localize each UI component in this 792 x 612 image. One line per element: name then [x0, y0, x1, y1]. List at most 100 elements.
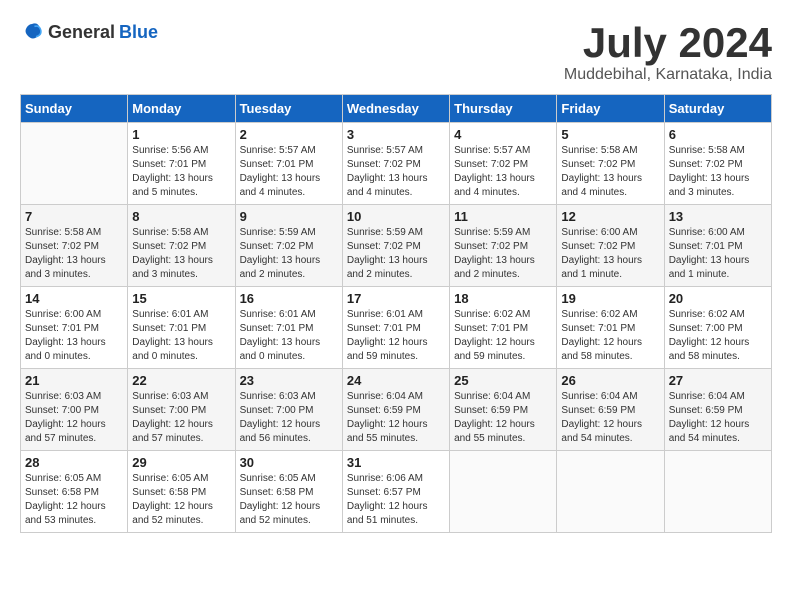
- cell-date-number: 9: [240, 209, 338, 224]
- cell-info-text: Sunrise: 6:04 AM Sunset: 6:59 PM Dayligh…: [454, 390, 552, 446]
- cell-date-number: 1: [132, 127, 230, 142]
- cell-date-number: 5: [561, 127, 659, 142]
- calendar-cell: 23Sunrise: 6:03 AM Sunset: 7:00 PM Dayli…: [235, 369, 342, 451]
- logo-icon: [20, 20, 44, 44]
- day-header-thursday: Thursday: [450, 95, 557, 123]
- title-area: July 2024 Muddebihal, Karnataka, India: [564, 20, 772, 84]
- cell-date-number: 21: [25, 373, 123, 388]
- calendar-cell: 20 Sunrise: 6:02 AM Sunset: 7:00 PM Dayli…: [664, 287, 771, 369]
- cell-date-number: 25: [454, 373, 552, 388]
- day-header-wednesday: Wednesday: [342, 95, 449, 123]
- calendar-cell: 4Sunrise: 5:57 AM Sunset: 7:02 PM Daylig…: [450, 123, 557, 205]
- cell-date-number: 24: [347, 373, 445, 388]
- cell-info-text: Sunrise: 6:06 AM Sunset: 6:57 PM Dayligh…: [347, 472, 445, 528]
- cell-date-number: 26: [561, 373, 659, 388]
- calendar-cell: 12 Sunrise: 6:00 AM Sunset: 7:02 PM Dayli…: [557, 205, 664, 287]
- calendar-cell: 16 Sunrise: 6:01 AM Sunset: 7:01 PM Dayli…: [235, 287, 342, 369]
- calendar-cell: 2 Sunrise: 5:57 AM Sunset: 7:01 PM Daylig…: [235, 123, 342, 205]
- cell-date-number: 7: [25, 209, 123, 224]
- cell-info-text: Sunrise: 6:03 AM Sunset: 7:00 PM Dayligh…: [25, 390, 123, 446]
- calendar-cell: 13Sunrise: 6:00 AM Sunset: 7:01 PM Dayli…: [664, 205, 771, 287]
- cell-date-number: 20: [669, 291, 767, 306]
- week-row-5: 28 Sunrise: 6:05 AM Sunset: 6:58 PM Dayli…: [21, 451, 772, 533]
- calendar-cell: 3Sunrise: 5:57 AM Sunset: 7:02 PM Daylig…: [342, 123, 449, 205]
- cell-info-text: Sunrise: 6:05 AM Sunset: 6:58 PM Dayligh…: [240, 472, 338, 528]
- calendar-cell: 18 Sunrise: 6:02 AM Sunset: 7:01 PM Dayli…: [450, 287, 557, 369]
- cell-date-number: 18: [454, 291, 552, 306]
- logo-general-text: General: [48, 22, 115, 43]
- cell-info-text: Sunrise: 5:59 AM Sunset: 7:02 PM Dayligh…: [347, 226, 445, 282]
- cell-info-text: Sunrise: 5:59 AM Sunset: 7:02 PM Dayligh…: [240, 226, 338, 282]
- calendar-cell: 26 Sunrise: 6:04 AM Sunset: 6:59 PM Dayli…: [557, 369, 664, 451]
- calendar-cell: 10 Sunrise: 5:59 AM Sunset: 7:02 PM Dayli…: [342, 205, 449, 287]
- cell-info-text: Sunrise: 5:57 AM Sunset: 7:02 PM Dayligh…: [454, 144, 552, 200]
- page-header: General Blue July 2024 Muddebihal, Karna…: [20, 20, 772, 84]
- cell-date-number: 2: [240, 127, 338, 142]
- cell-info-text: Sunrise: 6:02 AM Sunset: 7:01 PM Dayligh…: [561, 308, 659, 364]
- calendar-cell: 27 Sunrise: 6:04 AM Sunset: 6:59 PM Dayli…: [664, 369, 771, 451]
- cell-date-number: 22: [132, 373, 230, 388]
- cell-info-text: Sunrise: 6:04 AM Sunset: 6:59 PM Dayligh…: [347, 390, 445, 446]
- calendar-cell: 28 Sunrise: 6:05 AM Sunset: 6:58 PM Dayli…: [21, 451, 128, 533]
- calendar-cell: 24 Sunrise: 6:04 AM Sunset: 6:59 PM Dayli…: [342, 369, 449, 451]
- cell-date-number: 15: [132, 291, 230, 306]
- cell-info-text: Sunrise: 6:03 AM Sunset: 7:00 PM Dayligh…: [132, 390, 230, 446]
- calendar-cell: 14Sunrise: 6:00 AM Sunset: 7:01 PM Dayli…: [21, 287, 128, 369]
- cell-info-text: Sunrise: 5:56 AM Sunset: 7:01 PM Dayligh…: [132, 144, 230, 200]
- cell-info-text: Sunrise: 6:01 AM Sunset: 7:01 PM Dayligh…: [240, 308, 338, 364]
- calendar-cell: 1 Sunrise: 5:56 AM Sunset: 7:01 PM Daylig…: [128, 123, 235, 205]
- cell-info-text: Sunrise: 6:00 AM Sunset: 7:01 PM Dayligh…: [669, 226, 767, 282]
- cell-info-text: Sunrise: 5:57 AM Sunset: 7:01 PM Dayligh…: [240, 144, 338, 200]
- logo: General Blue: [20, 20, 158, 44]
- cell-date-number: 16: [240, 291, 338, 306]
- cell-info-text: Sunrise: 6:00 AM Sunset: 7:01 PM Dayligh…: [25, 308, 123, 364]
- day-header-saturday: Saturday: [664, 95, 771, 123]
- cell-date-number: 28: [25, 455, 123, 470]
- calendar-cell: 30 Sunrise: 6:05 AM Sunset: 6:58 PM Dayli…: [235, 451, 342, 533]
- calendar-cell: 29 Sunrise: 6:05 AM Sunset: 6:58 PM Dayli…: [128, 451, 235, 533]
- week-row-2: 7 Sunrise: 5:58 AM Sunset: 7:02 PM Daylig…: [21, 205, 772, 287]
- cell-date-number: 17: [347, 291, 445, 306]
- calendar-table: SundayMondayTuesdayWednesdayThursdayFrid…: [20, 94, 772, 533]
- day-header-monday: Monday: [128, 95, 235, 123]
- logo-blue-text: Blue: [119, 22, 158, 43]
- calendar-header-row: SundayMondayTuesdayWednesdayThursdayFrid…: [21, 95, 772, 123]
- cell-info-text: Sunrise: 6:00 AM Sunset: 7:02 PM Dayligh…: [561, 226, 659, 282]
- cell-info-text: Sunrise: 5:58 AM Sunset: 7:02 PM Dayligh…: [561, 144, 659, 200]
- cell-date-number: 27: [669, 373, 767, 388]
- cell-date-number: 31: [347, 455, 445, 470]
- week-row-3: 14Sunrise: 6:00 AM Sunset: 7:01 PM Dayli…: [21, 287, 772, 369]
- cell-date-number: 12: [561, 209, 659, 224]
- cell-info-text: Sunrise: 5:57 AM Sunset: 7:02 PM Dayligh…: [347, 144, 445, 200]
- calendar-cell: 6 Sunrise: 5:58 AM Sunset: 7:02 PM Daylig…: [664, 123, 771, 205]
- calendar-cell: 25 Sunrise: 6:04 AM Sunset: 6:59 PM Dayli…: [450, 369, 557, 451]
- calendar-cell: 8Sunrise: 5:58 AM Sunset: 7:02 PM Daylig…: [128, 205, 235, 287]
- calendar-cell: 11Sunrise: 5:59 AM Sunset: 7:02 PM Dayli…: [450, 205, 557, 287]
- calendar-cell: [450, 451, 557, 533]
- calendar-cell: 7 Sunrise: 5:58 AM Sunset: 7:02 PM Daylig…: [21, 205, 128, 287]
- cell-info-text: Sunrise: 6:04 AM Sunset: 6:59 PM Dayligh…: [669, 390, 767, 446]
- cell-info-text: Sunrise: 6:02 AM Sunset: 7:01 PM Dayligh…: [454, 308, 552, 364]
- subtitle: Muddebihal, Karnataka, India: [564, 66, 772, 84]
- cell-date-number: 6: [669, 127, 767, 142]
- cell-info-text: Sunrise: 5:58 AM Sunset: 7:02 PM Dayligh…: [25, 226, 123, 282]
- calendar-cell: [21, 123, 128, 205]
- cell-date-number: 30: [240, 455, 338, 470]
- calendar-cell: 19Sunrise: 6:02 AM Sunset: 7:01 PM Dayli…: [557, 287, 664, 369]
- day-header-friday: Friday: [557, 95, 664, 123]
- calendar-cell: 15 Sunrise: 6:01 AM Sunset: 7:01 PM Dayli…: [128, 287, 235, 369]
- cell-info-text: Sunrise: 5:58 AM Sunset: 7:02 PM Dayligh…: [669, 144, 767, 200]
- cell-info-text: Sunrise: 6:01 AM Sunset: 7:01 PM Dayligh…: [132, 308, 230, 364]
- cell-info-text: Sunrise: 6:04 AM Sunset: 6:59 PM Dayligh…: [561, 390, 659, 446]
- cell-date-number: 10: [347, 209, 445, 224]
- day-header-sunday: Sunday: [21, 95, 128, 123]
- cell-info-text: Sunrise: 6:02 AM Sunset: 7:00 PM Dayligh…: [669, 308, 767, 364]
- cell-date-number: 23: [240, 373, 338, 388]
- cell-info-text: Sunrise: 6:05 AM Sunset: 6:58 PM Dayligh…: [132, 472, 230, 528]
- week-row-4: 21 Sunrise: 6:03 AM Sunset: 7:00 PM Dayli…: [21, 369, 772, 451]
- cell-date-number: 29: [132, 455, 230, 470]
- calendar-cell: 21 Sunrise: 6:03 AM Sunset: 7:00 PM Dayli…: [21, 369, 128, 451]
- cell-info-text: Sunrise: 6:01 AM Sunset: 7:01 PM Dayligh…: [347, 308, 445, 364]
- cell-info-text: Sunrise: 5:59 AM Sunset: 7:02 PM Dayligh…: [454, 226, 552, 282]
- cell-info-text: Sunrise: 6:05 AM Sunset: 6:58 PM Dayligh…: [25, 472, 123, 528]
